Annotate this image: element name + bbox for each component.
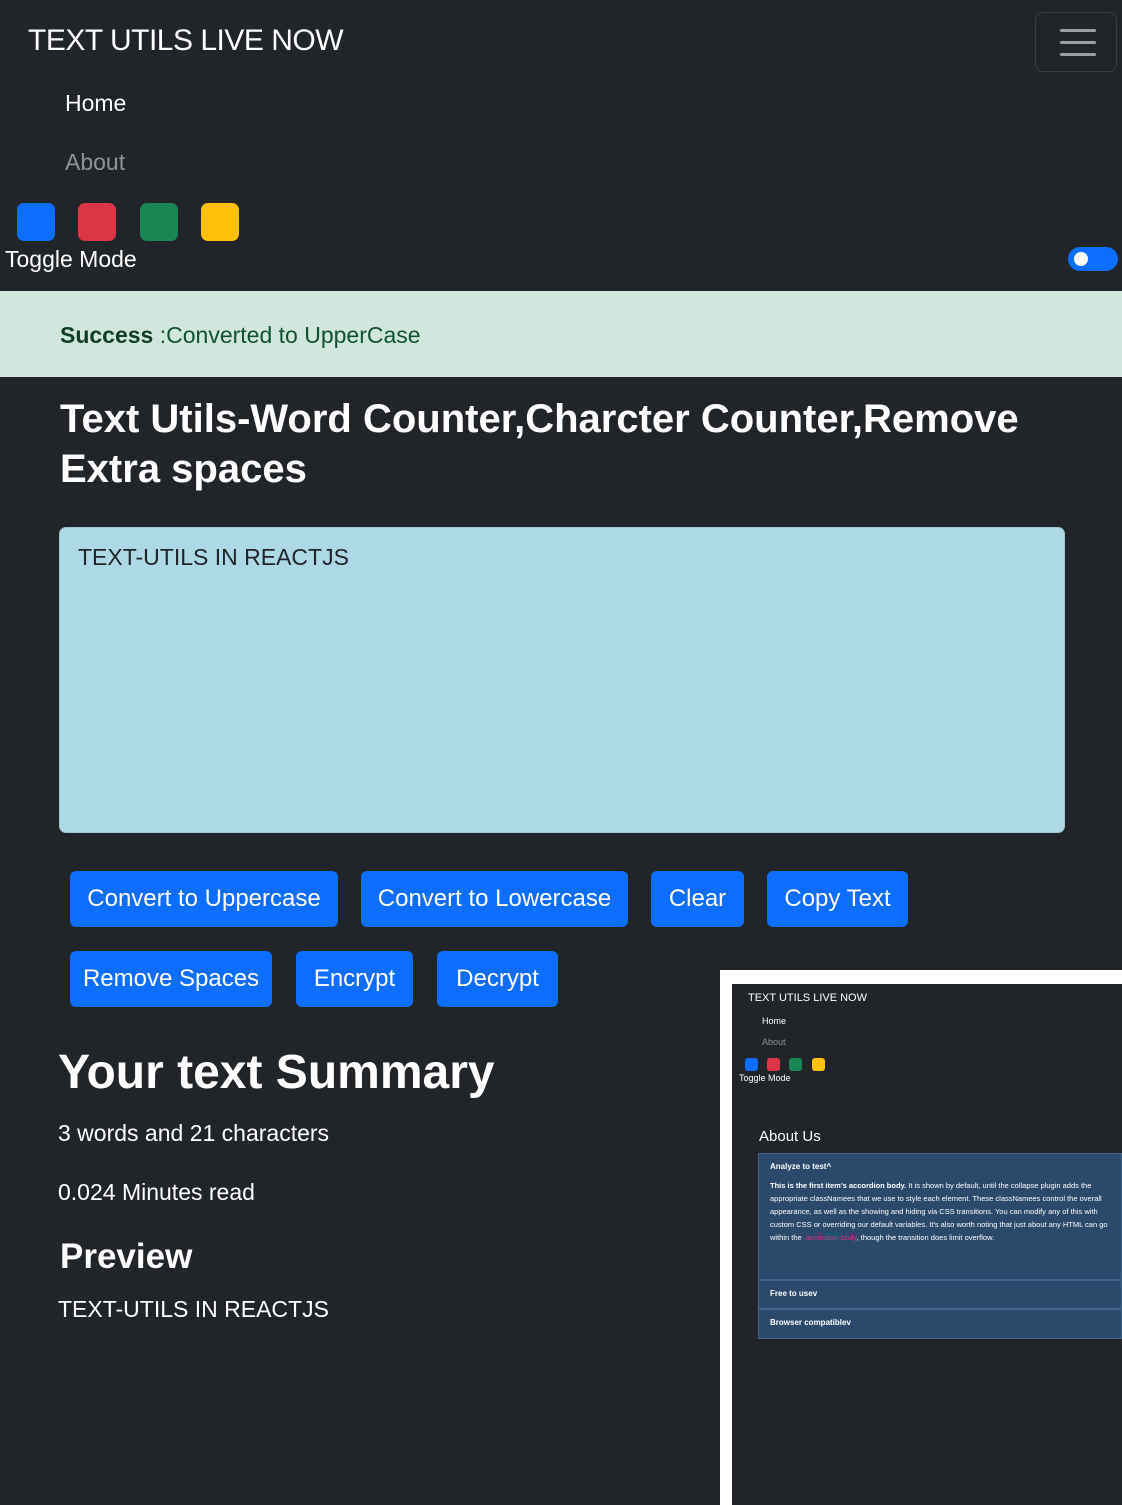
read-time: 0.024 Minutes read xyxy=(58,1179,255,1205)
inset-nav-about: About xyxy=(762,1037,786,1047)
alert-message: :Converted to UpperCase xyxy=(159,322,421,348)
remove-spaces-button[interactable]: Remove Spaces xyxy=(70,951,272,1007)
alert-type: Success xyxy=(60,322,154,348)
theme-swatch-green[interactable] xyxy=(140,203,178,241)
chevron-down-icon: v xyxy=(846,1318,851,1327)
nav-link-about[interactable]: About xyxy=(65,149,125,176)
inset-accordion-header-text: Free to use xyxy=(770,1289,813,1298)
toggle-mode-label: Toggle Mode xyxy=(5,246,137,272)
nav-link-home[interactable]: Home xyxy=(65,90,126,117)
copy-text-button[interactable]: Copy Text xyxy=(767,871,908,927)
convert-uppercase-button[interactable]: Convert to Uppercase xyxy=(70,871,338,927)
inset-swatch-red xyxy=(767,1058,780,1071)
inset-accordion-body-1: This is the first item's accordion body.… xyxy=(759,1179,1121,1252)
convert-lowercase-button[interactable]: Convert to Lowercase xyxy=(361,871,628,927)
hamburger-icon[interactable] xyxy=(1035,12,1117,72)
decrypt-button[interactable]: Decrypt xyxy=(437,951,558,1007)
inset-accordion-header-2: Free to usev xyxy=(759,1281,1121,1306)
preview-title: Preview xyxy=(60,1237,193,1276)
dark-mode-toggle[interactable] xyxy=(1068,247,1118,271)
hamburger-line xyxy=(1060,29,1096,32)
summary-title: Your text Summary xyxy=(58,1046,495,1099)
inset-swatch-yellow xyxy=(812,1058,825,1071)
inset-accordion-item-3: Browser compatiblev xyxy=(758,1309,1122,1339)
alert-text: Success :Converted to UpperCase xyxy=(60,322,421,349)
inset-swatch-blue xyxy=(745,1058,758,1071)
inset-page-title: About Us xyxy=(759,1128,821,1145)
encrypt-button[interactable]: Encrypt xyxy=(296,951,413,1007)
hamburger-line xyxy=(1060,53,1096,56)
inset-brand: TEXT UTILS LIVE NOW xyxy=(748,992,867,1004)
inset-about-screenshot: TEXT UTILS LIVE NOW Home About Toggle Mo… xyxy=(732,984,1122,1505)
theme-swatch-yellow[interactable] xyxy=(201,203,239,241)
text-input[interactable] xyxy=(59,527,1065,833)
inset-toggle-label: Toggle Mode xyxy=(739,1073,791,1083)
inset-accordion-body-code: .accordion-body xyxy=(803,1233,857,1242)
clear-button[interactable]: Clear xyxy=(651,871,744,927)
inset-accordion-header-1: Analyze to test^ xyxy=(759,1154,1121,1179)
preview-text: TEXT-UTILS IN REACTJS xyxy=(58,1296,329,1322)
success-alert: Success :Converted to UpperCase xyxy=(0,291,1122,377)
word-char-count: 3 words and 21 characters xyxy=(58,1120,330,1146)
inset-nav-home: Home xyxy=(762,1016,787,1026)
inset-accordion-body-tail: , though the transition does limit overf… xyxy=(856,1233,995,1242)
chevron-up-icon: ^ xyxy=(826,1162,832,1171)
inset-accordion-header-3: Browser compatiblev xyxy=(759,1310,1121,1335)
navbar-brand[interactable]: TEXT UTILS LIVE NOW xyxy=(28,24,344,58)
inset-accordion-item-1: Analyze to test^ This is the first item'… xyxy=(758,1153,1122,1280)
theme-swatch-blue[interactable] xyxy=(17,203,55,241)
toggle-knob xyxy=(1074,252,1088,266)
navbar: TEXT UTILS LIVE NOW Home About Toggle Mo… xyxy=(0,0,1122,290)
page-title: Text Utils-Word Counter,Charcter Counter… xyxy=(60,397,1019,491)
hamburger-line xyxy=(1060,41,1096,44)
chevron-down-icon: v xyxy=(812,1289,818,1298)
inset-swatch-green xyxy=(789,1058,802,1071)
inset-accordion-body-bold: This is the first item's accordion body. xyxy=(770,1181,907,1190)
inset-accordion-header-text: Browser compatible xyxy=(770,1318,847,1327)
inset-accordion-header-text: Analyze to test xyxy=(770,1162,827,1171)
inset-accordion-item-2: Free to usev xyxy=(758,1280,1122,1309)
theme-swatch-red[interactable] xyxy=(78,203,116,241)
